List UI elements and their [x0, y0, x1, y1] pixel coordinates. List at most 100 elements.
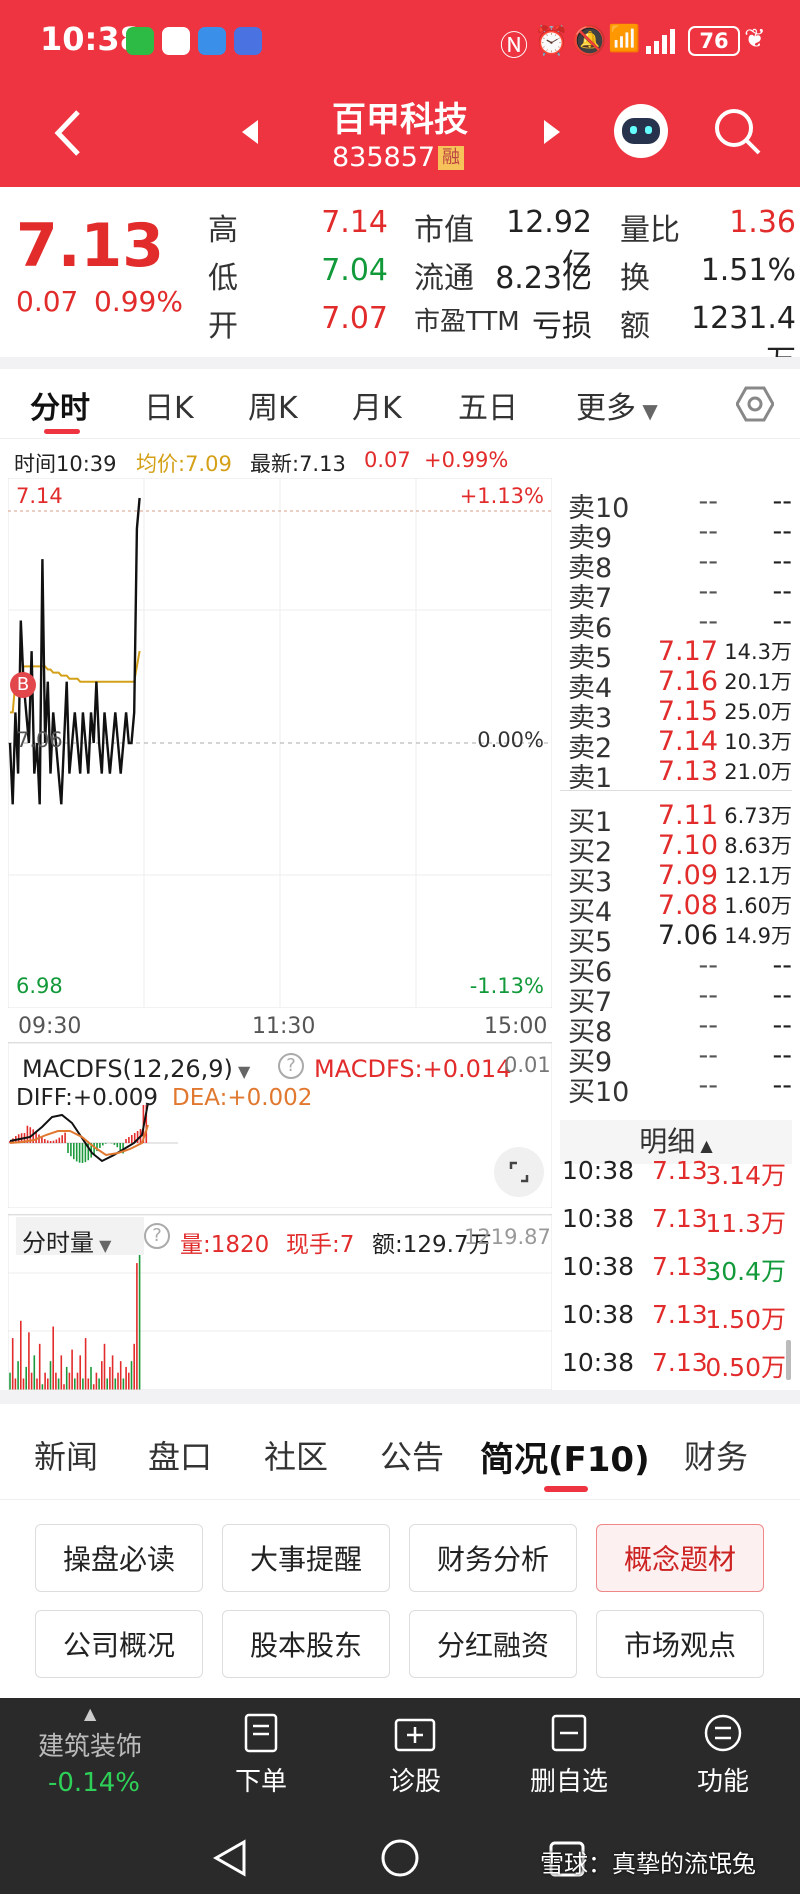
help-icon[interactable]: ? [278, 1053, 304, 1079]
financial-analysis-button[interactable]: 财务分析 [409, 1524, 577, 1592]
alarm-icon: ⏰ [534, 24, 569, 57]
company-overview-button[interactable]: 公司概况 [35, 1610, 203, 1678]
low-label: 低 [208, 261, 238, 296]
low-value: 7.04 [321, 253, 388, 288]
sell-row[interactable]: 卖6 -- -- [560, 606, 792, 644]
sell-row[interactable]: 卖5 7.17 14.3万 [560, 636, 792, 674]
tab-daily-k[interactable]: 日K [144, 383, 194, 427]
tab-announcements[interactable]: 公告 [380, 1432, 444, 1478]
sell-row[interactable]: 卖7 -- -- [560, 576, 792, 614]
order-label: 下单 [234, 1767, 287, 1797]
tab-five-day[interactable]: 五日 [458, 383, 518, 427]
prev-stock-icon[interactable] [240, 118, 260, 146]
buy-row[interactable]: 买3 7.09 12.1万 [560, 860, 792, 898]
tab-intraday[interactable]: 分时 [30, 383, 90, 427]
volume-panel[interactable]: 分时量 ▼ ? 量:1820 现手:7 额:129.7万 1219.87 [8, 1214, 552, 1390]
sell-row[interactable]: 卖2 7.14 10.3万 [560, 726, 792, 764]
buy-row[interactable]: 买8 -- -- [560, 1010, 792, 1048]
tab-weekly-k[interactable]: 周K [248, 383, 298, 427]
detail-row: 10:38 7.13 0.50万 [560, 1348, 792, 1388]
detail-price: 7.13 [652, 1156, 708, 1185]
time-start: 09:30 [18, 1014, 82, 1039]
pe-label: 市盈TTM [414, 307, 520, 337]
settings-icon[interactable] [736, 385, 774, 423]
message-icon [198, 27, 226, 55]
sell-row[interactable]: 卖9 -- -- [560, 516, 792, 554]
buy-price: -- [698, 1010, 719, 1041]
buy-row[interactable]: 买7 -- -- [560, 980, 792, 1018]
scrollbar[interactable] [786, 1340, 791, 1380]
trade-details[interactable]: 明细 ▲ 10:38 7.13 3.14万 10:38 7.13 11.3万 10:38 7.… [560, 1120, 792, 1390]
back-nav-icon[interactable] [210, 1838, 250, 1878]
buy-row[interactable]: 买1 7.11 6.73万 [560, 800, 792, 838]
turnover-value: 1.51% [700, 253, 796, 288]
home-nav-icon[interactable] [380, 1838, 420, 1878]
tab-community[interactable]: 社区 [264, 1432, 328, 1478]
diagnose-button[interactable]: 诊股 [360, 1712, 470, 1798]
function-label: 功能 [696, 1767, 749, 1797]
order-button[interactable]: 下单 [206, 1712, 316, 1798]
wechat-icon [126, 27, 154, 55]
back-icon[interactable] [52, 108, 82, 158]
market-opinion-button[interactable]: 市场观点 [596, 1610, 764, 1678]
tab-f10[interactable]: 简况(F10) [480, 1432, 650, 1481]
volume-right-value: 1219.87 [464, 1225, 551, 1249]
tab-news[interactable]: 新闻 [34, 1432, 98, 1478]
buy-row[interactable]: 买9 -- -- [560, 1040, 792, 1078]
volume-title[interactable]: 分时量 ▼ [16, 1217, 144, 1257]
buy-row[interactable]: 买2 7.10 8.63万 [560, 830, 792, 868]
buy-row[interactable]: 买4 7.08 1.60万 [560, 890, 792, 928]
volume-value: 量:1820 [180, 1232, 270, 1258]
macd-panel[interactable]: MACDFS(12,26,9) ▼ ? MACDFS:+0.014 0.01 D… [8, 1042, 552, 1208]
buy-volume: -- [772, 1070, 793, 1101]
buy-volume: 6.73万 [724, 804, 792, 828]
divider [0, 357, 800, 369]
concept-theme-button[interactable]: 概念题材 [596, 1524, 764, 1592]
robot-assistant-icon[interactable] [614, 104, 668, 158]
info-tabs: 新闻 盘口 社区 公告 简况(F10) 财务 [0, 1404, 800, 1500]
dividend-financing-button[interactable]: 分红融资 [409, 1610, 577, 1678]
app-icon [234, 27, 262, 55]
margin-badge: 融 [438, 146, 464, 170]
tab-more[interactable]: 更多 ▼ [576, 383, 658, 427]
detail-row: 10:38 7.13 30.4万 [560, 1252, 792, 1292]
buy-row[interactable]: 买5 7.06 14.9万 [560, 920, 792, 958]
sell-row[interactable]: 卖3 7.15 25.0万 [560, 696, 792, 734]
sell-row[interactable]: 卖8 -- -- [560, 546, 792, 584]
chart-pct: +0.99% [424, 448, 509, 472]
volume-help-icon[interactable]: ? [144, 1223, 170, 1249]
sell-price: 7.13 [657, 756, 718, 787]
tab-orderbook[interactable]: 盘口 [148, 1432, 212, 1478]
buy-marker[interactable]: B [10, 672, 36, 698]
expand-icon[interactable]: ▲ [84, 1704, 96, 1723]
detail-price: 7.13 [652, 1348, 708, 1377]
sector-name[interactable]: 建筑装饰 [38, 1726, 142, 1763]
events-reminder-button[interactable]: 大事提醒 [222, 1524, 390, 1592]
tab-monthly-k[interactable]: 月K [352, 383, 402, 427]
sell-row[interactable]: 卖4 7.16 20.1万 [560, 666, 792, 704]
pe-value: 亏损 [532, 309, 592, 344]
stock-code: 835857 [332, 142, 436, 173]
remove-watchlist-button[interactable]: 删自选 [514, 1712, 624, 1798]
buy-row[interactable]: 买6 -- -- [560, 950, 792, 988]
detail-row: 10:38 7.13 1.50万 [560, 1300, 792, 1340]
fullscreen-icon[interactable] [494, 1147, 544, 1197]
float-cap-value: 8.23亿 [495, 261, 592, 296]
sell-row[interactable]: 卖10 -- -- [560, 486, 792, 524]
function-button[interactable]: 功能 [668, 1712, 778, 1798]
buy-row[interactable]: 买10 -- -- [560, 1070, 793, 1108]
intraday-chart[interactable]: 7.14 +1.13% 7.06 0.00% 6.98 -1.13% B [8, 478, 552, 1008]
market-cap-label: 市值 [414, 213, 474, 248]
sell-volume: 25.0万 [724, 700, 792, 724]
macd-title[interactable]: MACDFS(12,26,9) ▼ [22, 1055, 250, 1083]
sell-row[interactable]: 卖1 7.13 21.0万 [560, 756, 792, 794]
trading-guide-button[interactable]: 操盘必读 [35, 1524, 203, 1592]
shareholders-button[interactable]: 股本股东 [222, 1610, 390, 1678]
next-stock-icon[interactable] [542, 118, 562, 146]
stock-header: 百甲科技 835857 融 [0, 84, 800, 187]
search-icon[interactable] [712, 106, 762, 156]
detail-volume: 11.3万 [705, 1209, 786, 1238]
tab-financials[interactable]: 财务 [684, 1432, 748, 1478]
chart-chg: 0.07 [364, 448, 411, 472]
leaf-icon: ❦ [744, 24, 766, 54]
